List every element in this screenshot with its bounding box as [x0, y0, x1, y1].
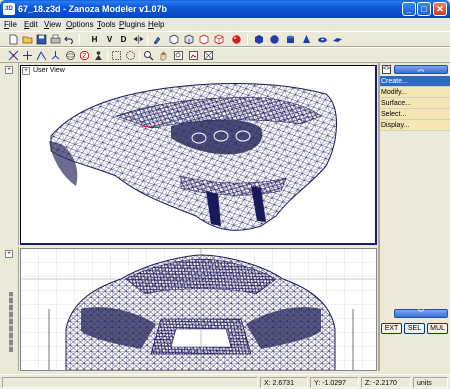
mul-button[interactable]: MUL — [427, 323, 448, 334]
open-file-icon[interactable] — [21, 33, 34, 46]
maximize-button[interactable]: □ — [417, 2, 431, 16]
cone-icon[interactable] — [300, 33, 313, 46]
cube-front-icon[interactable] — [167, 33, 180, 46]
menu-file[interactable]: File — [4, 18, 17, 31]
main-toolbar: H V D — [0, 31, 450, 47]
save-icon[interactable] — [35, 33, 48, 46]
undo-icon[interactable] — [63, 33, 76, 46]
front-view-viewport[interactable] — [20, 248, 377, 371]
cmd-display[interactable]: Display... — [380, 120, 450, 131]
menu-plugins[interactable]: Plugins — [119, 18, 145, 31]
render-icon[interactable] — [187, 49, 200, 62]
viewport-menu-icon[interactable]: + — [5, 250, 13, 258]
ext-button[interactable]: EXT — [381, 323, 402, 334]
fit-icon[interactable] — [202, 49, 215, 62]
status-bar: X: 2.6731 Y: -1.0297 Z: -2.2170 units — [0, 374, 450, 389]
top-viewport-gutter: + — [2, 63, 19, 245]
mirror-icon[interactable] — [132, 33, 145, 46]
vertical-ruler-icon — [9, 292, 13, 352]
menu-view[interactable]: View — [44, 18, 61, 31]
zoom-z-icon[interactable]: Z — [78, 49, 91, 62]
car-wireframe-front — [21, 249, 376, 370]
close-button[interactable]: ✕ — [433, 2, 447, 16]
print-icon[interactable] — [49, 33, 62, 46]
menu-edit[interactable]: Edit — [24, 18, 38, 31]
cube-blue-icon[interactable] — [252, 33, 265, 46]
menu-bar: File Edit View Options Tools Plugins Hel… — [0, 18, 450, 31]
viewport-menu-icon[interactable]: + — [5, 66, 13, 74]
link-icon[interactable] — [49, 49, 62, 62]
title-bar[interactable]: 3D 67_18.z3d - Zanoza Modeler v1.07b _ □… — [0, 0, 450, 18]
cmd-surface[interactable]: Surface... — [380, 98, 450, 109]
sphere-wire-icon[interactable] — [64, 49, 77, 62]
car-wireframe-perspective — [49, 82, 337, 231]
magnify-icon[interactable] — [142, 49, 155, 62]
cmd-create[interactable]: Create... — [380, 76, 450, 87]
app-logo-icon: 3D — [3, 3, 15, 15]
menu-tools[interactable]: Tools — [97, 18, 116, 31]
window-title: 67_18.z3d - Zanoza Modeler v1.07b — [18, 4, 168, 14]
minimize-button[interactable]: _ — [402, 2, 416, 16]
scroll-up-button[interactable]: ︽ — [394, 65, 448, 74]
status-z-coordinate: Z: -2.2170 — [361, 377, 411, 388]
paint-icon[interactable] — [151, 33, 164, 46]
status-message — [2, 377, 258, 388]
zoom-extents-icon[interactable] — [172, 49, 185, 62]
status-y-coordinate: Y: -1.0297 — [310, 377, 359, 388]
status-x-coordinate: X: 2.6731 — [260, 377, 308, 388]
cube-top-icon[interactable] — [197, 33, 210, 46]
plane-icon[interactable] — [331, 33, 344, 46]
cmd-modify[interactable]: Modify... — [380, 87, 450, 98]
menu-help[interactable]: Help — [148, 18, 164, 31]
menu-options[interactable]: Options — [66, 18, 94, 31]
new-file-icon[interactable] — [7, 33, 20, 46]
sel-button[interactable]: SEL — [404, 323, 425, 334]
view-d-button[interactable]: D — [117, 33, 130, 46]
cmd-select[interactable]: Select... — [380, 109, 450, 120]
select-circle-icon[interactable] — [124, 49, 137, 62]
select-person-icon[interactable] — [92, 49, 105, 62]
hand-pan-icon[interactable] — [157, 49, 170, 62]
tools-toolbar: Z — [0, 47, 450, 63]
torus-icon[interactable] — [316, 33, 329, 46]
cube-persp-icon[interactable] — [212, 33, 225, 46]
svg-text:Z: Z — [82, 53, 86, 60]
move-axis-icon[interactable] — [7, 49, 20, 62]
panel-toggle-button[interactable]: <> — [382, 65, 391, 74]
sphere-blue-icon[interactable] — [268, 33, 281, 46]
view-v-button[interactable]: V — [103, 33, 116, 46]
sphere-red-icon[interactable] — [230, 33, 243, 46]
cube-side-icon[interactable] — [182, 33, 195, 46]
status-units: units — [413, 377, 448, 388]
view-h-button[interactable]: H — [88, 33, 101, 46]
cylinder-icon[interactable] — [284, 33, 297, 46]
scroll-down-button[interactable]: ︾ — [394, 309, 448, 318]
bottom-viewport-gutter: + — [2, 247, 19, 371]
scale-icon[interactable] — [35, 49, 48, 62]
user-view-viewport[interactable]: + User View — [20, 65, 377, 245]
command-panel: <> ︽ Create... Modify... Surface... Sele… — [380, 63, 450, 371]
rotate-icon[interactable] — [21, 49, 34, 62]
select-rect-icon[interactable] — [110, 49, 123, 62]
